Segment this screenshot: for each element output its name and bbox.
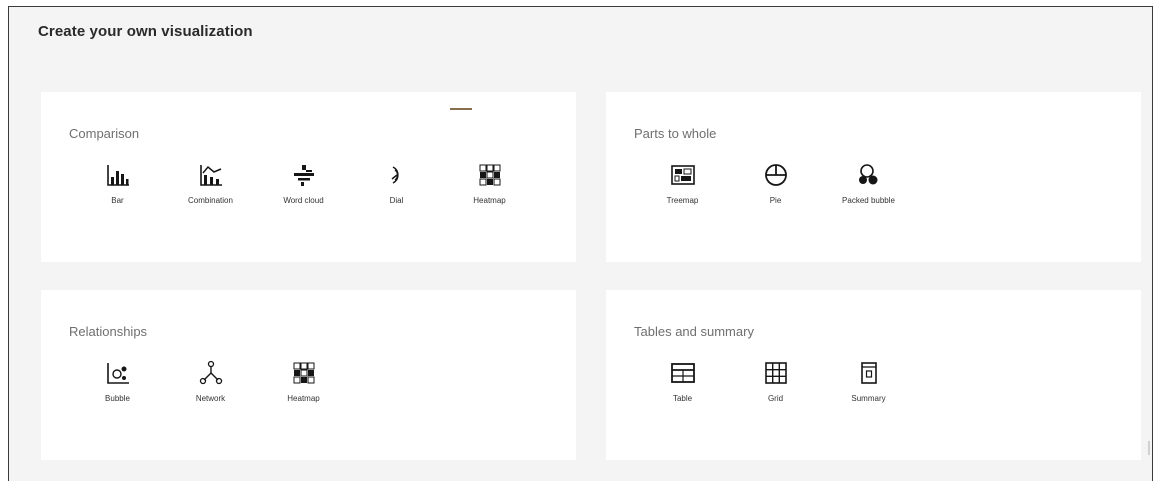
viz-option-label: Network — [195, 394, 226, 403]
dial-icon — [391, 166, 399, 184]
bar-chart-icon — [106, 165, 129, 186]
visualization-panel: Create your own visualization Comparison… — [8, 6, 1153, 481]
summary-icon — [860, 362, 877, 384]
viz-option-combination[interactable]: Combination — [164, 162, 257, 205]
word-cloud-icon — [293, 165, 314, 186]
comparison-section: Comparison Bar Combination Word cloud Di… — [41, 92, 576, 262]
viz-option-label: Bubble — [105, 394, 130, 403]
viz-option-bubble[interactable]: Bubble — [71, 360, 164, 403]
pie-chart-icon — [764, 164, 787, 186]
viz-option-label: Grid — [767, 394, 784, 403]
page-title: Create your own visualization — [38, 23, 253, 40]
viz-option-grid[interactable]: Grid — [729, 360, 822, 403]
viz-option-heatmap[interactable]: Heatmap — [443, 162, 536, 205]
viz-option-label: Heatmap — [473, 196, 506, 205]
section-title-tables-and-summary: Tables and summary — [634, 324, 754, 339]
viz-option-word-cloud[interactable]: Word cloud — [257, 162, 350, 205]
viz-option-packed-bubble[interactable]: Packed bubble — [822, 162, 915, 205]
combination-chart-icon — [199, 165, 222, 186]
viz-option-label: Bar — [111, 196, 124, 205]
packed-bubble-icon — [858, 164, 877, 185]
viz-option-table[interactable]: Table — [636, 360, 729, 403]
viz-option-label: Pie — [769, 196, 782, 205]
section-title-parts-to-whole: Parts to whole — [634, 126, 717, 141]
relationships-section: Relationships Bubble Network Heatmap — [41, 290, 576, 460]
viz-option-treemap[interactable]: Treemap — [636, 162, 729, 205]
viz-option-label: Packed bubble — [842, 196, 895, 205]
viz-option-label: Dial — [389, 196, 404, 205]
viz-option-label: Word cloud — [283, 196, 324, 205]
viz-option-label: Combination — [188, 196, 233, 205]
network-icon — [199, 360, 222, 385]
treemap-icon — [670, 165, 695, 185]
viz-option-label: Table — [672, 394, 693, 403]
scroll-edge — [1148, 441, 1150, 455]
heatmap-icon — [293, 362, 314, 384]
viz-option-dial[interactable]: Dial — [350, 162, 443, 205]
viz-option-heatmap-relationships[interactable]: Heatmap — [257, 360, 350, 403]
divider-mark — [450, 108, 472, 110]
section-title-comparison: Comparison — [69, 126, 140, 141]
viz-option-pie[interactable]: Pie — [729, 162, 822, 205]
parts-to-whole-section: Parts to whole Treemap Pie Packed bubble — [606, 92, 1141, 262]
viz-option-network[interactable]: Network — [164, 360, 257, 403]
bubble-chart-icon — [106, 363, 129, 384]
heatmap-icon — [479, 164, 500, 186]
viz-option-label: Heatmap — [287, 394, 320, 403]
viz-option-label: Summary — [851, 394, 886, 403]
section-title-relationships: Relationships — [69, 324, 148, 339]
table-icon — [670, 363, 695, 383]
viz-option-bar[interactable]: Bar — [71, 162, 164, 205]
tables-and-summary-section: Tables and summary Table Grid Summary — [606, 290, 1141, 460]
viz-option-summary[interactable]: Summary — [822, 360, 915, 403]
viz-option-label: Treemap — [666, 196, 699, 205]
grid-icon — [764, 362, 787, 384]
